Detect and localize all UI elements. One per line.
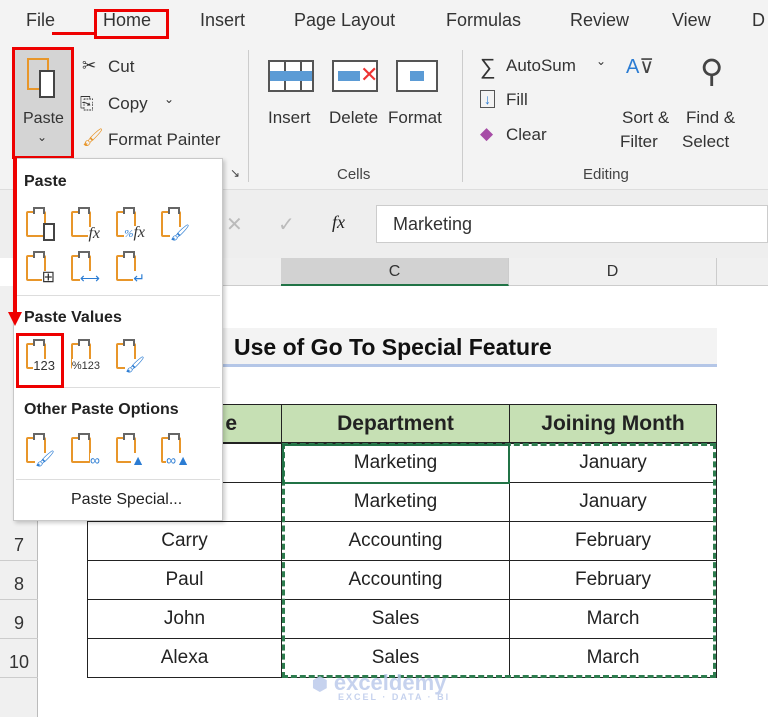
- divider: [16, 479, 220, 480]
- cut-button[interactable]: Cut: [108, 57, 134, 77]
- scissors-icon: ✂: [82, 56, 97, 75]
- tab-file[interactable]: File: [26, 10, 55, 31]
- divider: [16, 295, 220, 296]
- table-cell[interactable]: Alexa: [87, 638, 282, 678]
- divider: [462, 50, 463, 182]
- paste-icon[interactable]: [24, 207, 56, 241]
- arrow-indicator: [13, 158, 17, 318]
- paste-values-label: Paste Values: [24, 309, 122, 326]
- row-header-8[interactable]: 8: [0, 561, 38, 600]
- page-icon: [39, 70, 55, 98]
- transpose-icon[interactable]: ↵: [114, 251, 146, 285]
- cancel-icon[interactable]: ✕: [226, 212, 243, 237]
- row-header-10[interactable]: 10: [0, 639, 38, 678]
- delete-button[interactable]: Delete: [329, 108, 378, 128]
- row-header-9[interactable]: 9: [0, 600, 38, 639]
- tab-formulas[interactable]: Formulas: [446, 10, 521, 31]
- header-joining-month[interactable]: Joining Month: [509, 404, 717, 443]
- format-button[interactable]: Format: [388, 108, 442, 128]
- paste-link-icon[interactable]: ∞: [69, 433, 101, 467]
- exceldemy-watermark: ⬢ exceldemy EXCEL · DATA · BI: [312, 670, 451, 702]
- sort-filter-button-line1[interactable]: Sort &: [622, 108, 669, 128]
- tab-view[interactable]: View: [672, 10, 711, 31]
- arrow-head-icon: [8, 312, 22, 326]
- values-source-formatting-icon[interactable]: 🖌: [114, 339, 146, 374]
- fill-button[interactable]: Fill: [506, 90, 528, 110]
- format-cells-icon: [396, 60, 438, 92]
- chevron-down-icon[interactable]: ⌄: [596, 54, 606, 68]
- tab-page-layout[interactable]: Page Layout: [294, 10, 395, 31]
- no-borders-icon[interactable]: ⊞: [24, 251, 56, 286]
- paste-formulas-icon[interactable]: fx: [69, 207, 101, 242]
- formula-input[interactable]: Marketing: [376, 205, 768, 243]
- clear-button[interactable]: Clear: [506, 125, 547, 145]
- editing-group-label: Editing: [583, 166, 629, 183]
- other-paste-options-label: Other Paste Options: [24, 401, 179, 418]
- home-highlight: [94, 9, 169, 39]
- sort-filter-icon: A⊽: [626, 56, 654, 78]
- arrow-indicator: [52, 32, 94, 35]
- paste-section-label: Paste: [24, 173, 67, 190]
- fill-icon: ↓: [480, 90, 495, 108]
- formatting-icon[interactable]: 🖌: [24, 433, 56, 468]
- column-header-c[interactable]: C: [281, 258, 509, 286]
- autosum-button[interactable]: AutoSum: [506, 56, 576, 76]
- table-cell[interactable]: Carry: [87, 521, 282, 561]
- chevron-down-icon[interactable]: ⌄: [164, 92, 174, 106]
- table-cell[interactable]: Paul: [87, 560, 282, 600]
- active-cell[interactable]: [282, 444, 510, 484]
- format-painter-icon: 🖌: [82, 128, 104, 147]
- cells-group-label: Cells: [337, 166, 371, 183]
- picture-icon[interactable]: ▲: [114, 433, 146, 467]
- eraser-icon: ◆: [480, 124, 494, 143]
- magnifier-icon: ⚲: [700, 53, 724, 89]
- insert-function-icon[interactable]: fx: [332, 212, 345, 233]
- values-number-formatting-icon[interactable]: %123: [69, 339, 101, 373]
- values-percent-123-label: %123: [71, 359, 100, 373]
- header-department[interactable]: Department: [281, 404, 510, 443]
- find-select-button-line1[interactable]: Find &: [686, 108, 735, 128]
- divider: [248, 50, 249, 182]
- delete-cells-icon: ✕: [332, 60, 378, 92]
- keep-source-formatting-icon[interactable]: 🖌: [159, 207, 191, 242]
- linked-picture-icon[interactable]: ∞▲: [159, 433, 191, 467]
- column-header-d[interactable]: D: [509, 258, 717, 286]
- copy-icon: ⎘: [80, 94, 94, 113]
- tab-review[interactable]: Review: [570, 10, 629, 31]
- dialog-launcher-icon[interactable]: ↘: [230, 166, 240, 180]
- find-select-button-line2[interactable]: Select: [682, 132, 729, 152]
- paste-values-highlight: [16, 333, 64, 388]
- enter-icon[interactable]: ✓: [278, 212, 295, 237]
- paste-formulas-number-formatting-icon[interactable]: %fx: [114, 207, 146, 241]
- insert-cells-icon: [268, 60, 314, 92]
- paste-button[interactable]: Paste ⌄: [12, 47, 74, 159]
- watermark-tag: EXCEL · DATA · BI: [338, 692, 451, 702]
- insert-button[interactable]: Insert: [268, 108, 311, 128]
- chevron-down-icon: ⌄: [37, 130, 48, 144]
- format-painter-button[interactable]: Format Painter: [108, 130, 220, 150]
- tab-insert[interactable]: Insert: [200, 10, 245, 31]
- table-cell[interactable]: John: [87, 599, 282, 639]
- sort-filter-button-line2[interactable]: Filter: [620, 132, 658, 152]
- sheet-title[interactable]: Use of Go To Special Feature: [220, 328, 717, 367]
- tab-more[interactable]: D: [752, 10, 765, 31]
- paste-label: Paste: [23, 110, 64, 127]
- row-header-7[interactable]: 7: [0, 522, 38, 561]
- paste-special-menu-item[interactable]: Paste Special...: [71, 491, 182, 509]
- copy-button[interactable]: Copy: [108, 94, 148, 114]
- keep-column-widths-icon[interactable]: ⟷: [69, 251, 101, 285]
- sigma-icon: ∑: [480, 54, 496, 79]
